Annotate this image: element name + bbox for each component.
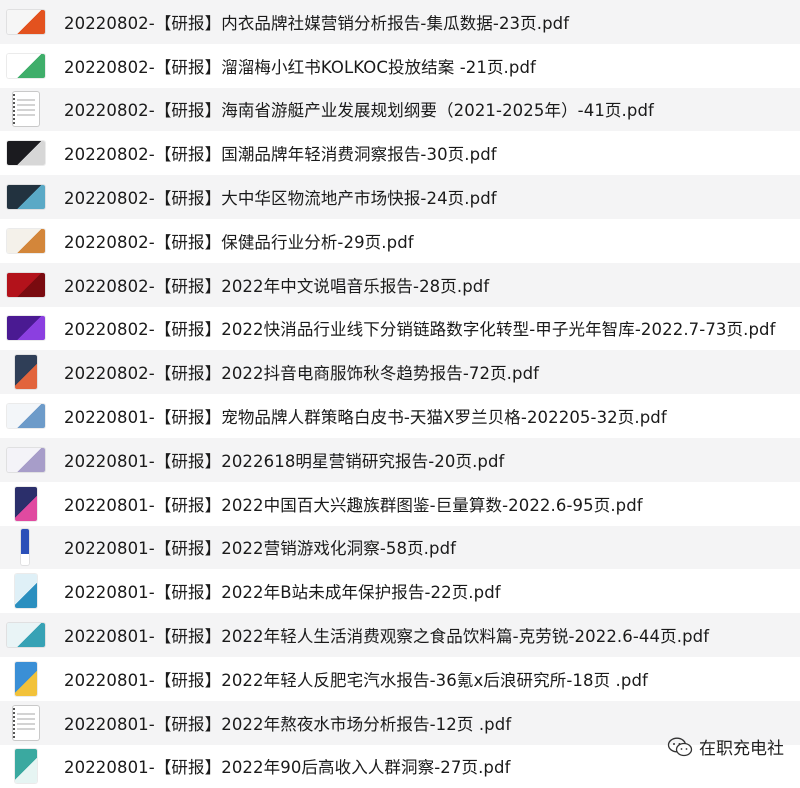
file-name: 20220802-【研报】国潮品牌年轻消费洞察报告-30页.pdf [64, 145, 497, 165]
file-list: 20220802-【研报】内衣品牌社媒营销分析报告-集瓜数据-23页.pdf 20… [0, 0, 800, 788]
wechat-icon [667, 737, 693, 756]
file-name: 20220802-【研报】2022年中文说唱音乐报告-28页.pdf [64, 276, 490, 296]
pdf-thumbnail-icon [7, 447, 45, 472]
file-name: 20220801-【研报】2022年轻人生活消费观察之食品饮料篇-克劳锐-202… [64, 627, 710, 647]
file-name: 20220801-【研报】2022营销游戏化洞察-58页.pdf [64, 539, 457, 559]
file-row[interactable]: 20220802-【研报】内衣品牌社媒营销分析报告-集瓜数据-23页.pdf [0, 0, 800, 44]
file-row[interactable]: 20220801-【研报】2022年轻人生活消费观察之食品饮料篇-克劳锐-202… [0, 613, 800, 657]
pdf-thumbnail-icon [7, 272, 45, 297]
file-row[interactable]: 20220802-【研报】2022快消品行业线下分销链路数字化转型-甲子光年智库… [0, 307, 800, 351]
file-row[interactable]: 20220801-【研报】2022年B站未成年保护报告-22页.pdf [0, 569, 800, 613]
file-name: 20220801-【研报】2022年90后高收入人群洞察-27页.pdf [64, 758, 511, 778]
pdf-thumbnail-icon [21, 529, 29, 566]
pdf-thumbnail-icon [15, 574, 37, 609]
file-name: 20220801-【研报】宠物品牌人群策略白皮书-天猫X罗兰贝格-202205-… [64, 408, 667, 428]
pdf-thumbnail-icon [15, 749, 37, 784]
file-name: 20220802-【研报】溜溜梅小红书KOLKOC投放结案 -21页.pdf [64, 57, 536, 77]
file-row[interactable]: 20220802-【研报】保健品行业分析-29页.pdf [0, 219, 800, 263]
pdf-thumbnail-icon [13, 92, 39, 127]
pdf-thumbnail-icon [13, 705, 39, 740]
pdf-thumbnail-icon [15, 661, 37, 696]
pdf-thumbnail-icon [7, 228, 45, 253]
file-name: 20220801-【研报】2022年熬夜水市场分析报告-12页 .pdf [64, 714, 512, 734]
file-row[interactable]: 20220802-【研报】2022年中文说唱音乐报告-28页.pdf [0, 262, 800, 307]
watermark: 在职充电社 [667, 734, 784, 759]
file-row[interactable]: 20220802-【研报】海南省游艇产业发展规划纲要（2021-2025年）-4… [0, 87, 800, 132]
pdf-thumbnail-icon [7, 141, 45, 166]
file-row[interactable]: 20220802-【研报】溜溜梅小红书KOLKOC投放结案 -21页.pdf [0, 44, 800, 88]
file-name: 20220802-【研报】大中华区物流地产市场快报-24页.pdf [64, 189, 497, 209]
file-row[interactable]: 20220801-【研报】2022年轻人反肥宅汽水报告-36氪x后浪研究所-18… [0, 657, 800, 701]
file-name: 20220801-【研报】2022618明星营销研究报告-20页.pdf [64, 451, 505, 471]
pdf-thumbnail-icon [7, 623, 45, 648]
pdf-thumbnail-icon [15, 355, 37, 390]
file-name: 20220801-【研报】2022年B站未成年保护报告-22页.pdf [64, 583, 501, 603]
watermark-text: 在职充电社 [699, 739, 784, 759]
file-name: 20220802-【研报】2022快消品行业线下分销链路数字化转型-甲子光年智库… [64, 320, 776, 340]
pdf-thumbnail-icon [7, 316, 45, 341]
file-row[interactable]: 20220801-【研报】2022618明星营销研究报告-20页.pdf [0, 437, 800, 482]
file-row[interactable]: 20220801-【研报】2022营销游戏化洞察-58页.pdf [0, 525, 800, 570]
file-name: 20220802-【研报】保健品行业分析-29页.pdf [64, 232, 414, 252]
file-name: 20220802-【研报】海南省游艇产业发展规划纲要（2021-2025年）-4… [64, 101, 654, 121]
pdf-thumbnail-icon [7, 185, 45, 210]
file-row[interactable]: 20220801-【研报】宠物品牌人群策略白皮书-天猫X罗兰贝格-202205-… [0, 394, 800, 438]
file-name: 20220801-【研报】2022年轻人反肥宅汽水报告-36氪x后浪研究所-18… [64, 670, 648, 690]
file-name: 20220801-【研报】2022中国百大兴趣族群图鉴-巨量算数-2022.6-… [64, 495, 643, 515]
file-row[interactable]: 20220802-【研报】大中华区物流地产市场快报-24页.pdf [0, 175, 800, 219]
file-row[interactable]: 20220801-【研报】2022中国百大兴趣族群图鉴-巨量算数-2022.6-… [0, 482, 800, 526]
file-name: 20220802-【研报】2022抖音电商服饰秋冬趋势报告-72页.pdf [64, 364, 540, 384]
pdf-thumbnail-icon [15, 486, 37, 521]
pdf-thumbnail-icon [7, 9, 45, 34]
pdf-thumbnail-icon [7, 53, 45, 78]
file-row[interactable]: 20220802-【研报】2022抖音电商服饰秋冬趋势报告-72页.pdf [0, 350, 800, 395]
file-name: 20220802-【研报】内衣品牌社媒营销分析报告-集瓜数据-23页.pdf [64, 13, 570, 33]
file-row[interactable]: 20220802-【研报】国潮品牌年轻消费洞察报告-30页.pdf [0, 131, 800, 175]
pdf-thumbnail-icon [7, 404, 45, 429]
